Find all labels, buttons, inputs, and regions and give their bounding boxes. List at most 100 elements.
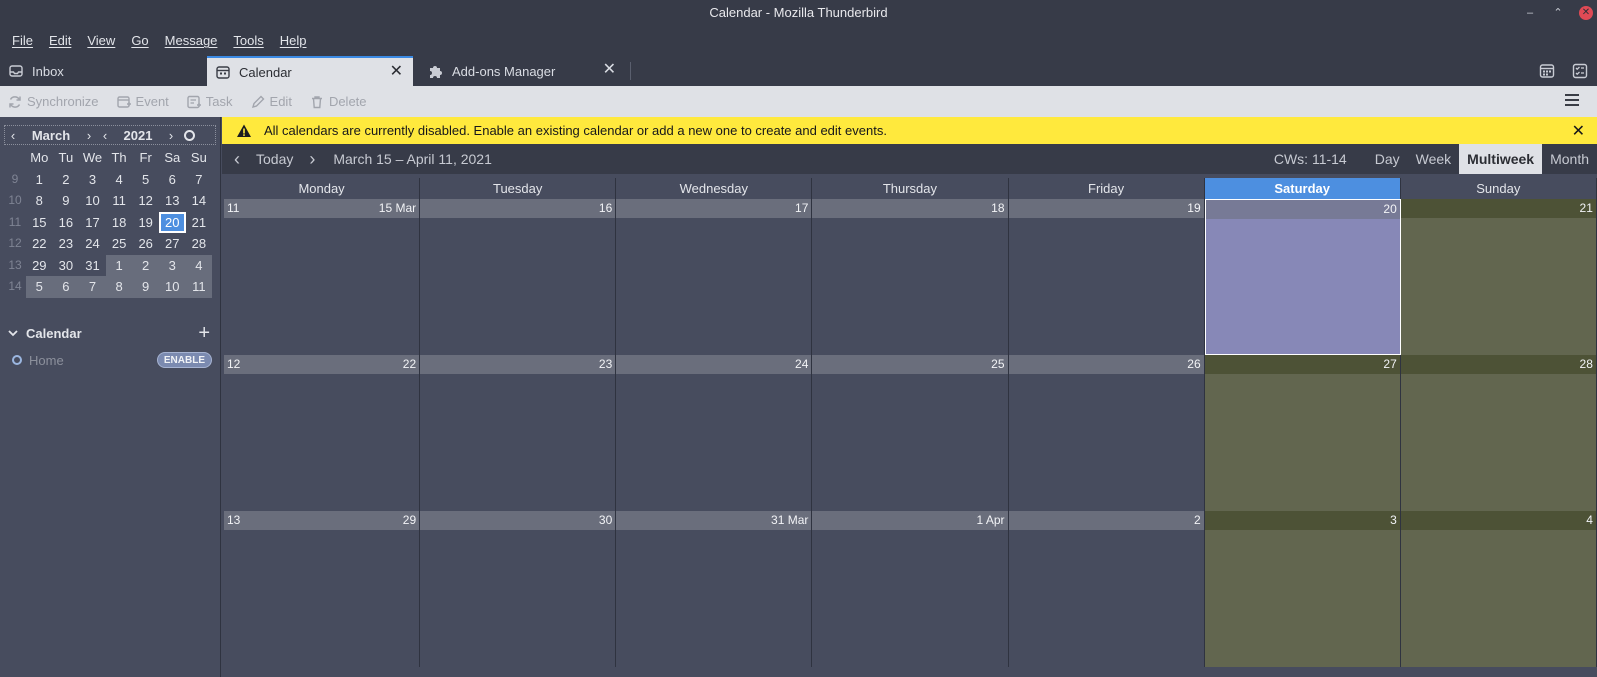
today-button[interactable]: Today bbox=[256, 151, 293, 167]
day-cell[interactable]: 27 bbox=[1204, 355, 1401, 511]
next-month-button[interactable]: › bbox=[81, 128, 97, 143]
new-event-button[interactable]: Event bbox=[116, 94, 169, 109]
minimonth-day[interactable]: 13 bbox=[159, 190, 186, 212]
minimonth-day[interactable]: 24 bbox=[79, 233, 106, 255]
close-notification-icon[interactable]: ✕ bbox=[1572, 121, 1585, 141]
day-cell[interactable]: 21 bbox=[1400, 199, 1597, 355]
tab-inbox[interactable]: Inbox bbox=[0, 56, 206, 86]
edit-button[interactable]: Edit bbox=[251, 94, 292, 109]
prev-year-button[interactable]: ‹ bbox=[97, 128, 113, 143]
view-month-tab[interactable]: Month bbox=[1542, 144, 1597, 174]
minimonth-day[interactable]: 15 bbox=[26, 212, 53, 234]
minimonth-day[interactable]: 6 bbox=[159, 169, 186, 191]
day-cell[interactable]: 30 bbox=[420, 511, 617, 667]
minimonth-day-selected[interactable]: 20 bbox=[158, 211, 186, 233]
minimonth-day[interactable]: 11 bbox=[106, 190, 133, 212]
minimonth-day[interactable]: 11 bbox=[185, 276, 213, 298]
day-cell[interactable]: 31 Mar bbox=[616, 511, 813, 667]
day-cell[interactable]: 17 bbox=[616, 199, 813, 355]
minimonth-day[interactable]: 19 bbox=[132, 212, 159, 234]
minimonth-day[interactable]: 4 bbox=[185, 254, 213, 276]
minimonth-day[interactable]: 28 bbox=[186, 233, 213, 255]
add-calendar-button[interactable]: + bbox=[198, 323, 210, 343]
tasks-view-icon[interactable] bbox=[1572, 63, 1588, 79]
previous-period-button[interactable]: ‹ bbox=[222, 149, 252, 170]
close-window-button[interactable]: ✕ bbox=[1579, 5, 1593, 20]
minimonth-day[interactable]: 2 bbox=[132, 254, 159, 276]
minimonth-day[interactable]: 31 bbox=[79, 255, 106, 277]
day-cell[interactable]: 2 bbox=[1008, 511, 1205, 667]
next-year-button[interactable]: › bbox=[163, 128, 179, 143]
menu-tools[interactable]: Tools bbox=[225, 33, 271, 48]
minimonth-day[interactable]: 9 bbox=[132, 276, 159, 298]
minimonth-day[interactable]: 9 bbox=[53, 190, 80, 212]
menu-message[interactable]: Message bbox=[157, 33, 226, 48]
go-to-today-icon[interactable] bbox=[184, 129, 195, 141]
day-cell[interactable]: 1 Apr bbox=[812, 511, 1009, 667]
menu-go[interactable]: Go bbox=[123, 33, 156, 48]
minimonth-day[interactable]: 10 bbox=[158, 276, 186, 298]
restore-button[interactable]: ⌃ bbox=[1551, 6, 1565, 20]
day-cell[interactable]: 3 bbox=[1204, 511, 1401, 667]
minimonth-day[interactable]: 27 bbox=[159, 233, 186, 255]
tab-calendar[interactable]: Calendar ✕ bbox=[207, 56, 413, 86]
minimonth-day[interactable]: 2 bbox=[53, 169, 80, 191]
minimonth-day[interactable]: 6 bbox=[52, 276, 80, 298]
synchronize-button[interactable]: Synchronize bbox=[8, 94, 99, 109]
day-cell[interactable]: 23 bbox=[420, 355, 617, 511]
view-day-tab[interactable]: Day bbox=[1367, 144, 1408, 174]
minimonth-day[interactable]: 17 bbox=[79, 212, 106, 234]
minimonth-day[interactable]: 5 bbox=[132, 169, 159, 191]
day-cell[interactable]: 18 bbox=[812, 199, 1009, 355]
minimonth-day[interactable]: 1 bbox=[26, 169, 53, 191]
minimonth-day[interactable]: 8 bbox=[105, 276, 133, 298]
tab-addons-manager[interactable]: Add-ons Manager ✕ bbox=[420, 56, 626, 86]
minimonth-day[interactable]: 5 bbox=[26, 276, 53, 298]
close-tab-icon[interactable]: ✕ bbox=[390, 64, 403, 80]
minimonth-day[interactable]: 29 bbox=[26, 255, 53, 277]
day-cell[interactable]: 15 Mar 11 bbox=[224, 199, 421, 355]
delete-button[interactable]: Delete bbox=[310, 94, 367, 109]
calendar-list-item[interactable]: Home ENABLE bbox=[0, 349, 220, 371]
day-cell[interactable]: 28 bbox=[1400, 355, 1597, 511]
minimize-button[interactable]: – bbox=[1523, 6, 1537, 20]
minimonth-day[interactable]: 25 bbox=[106, 233, 133, 255]
minimonth-day[interactable]: 16 bbox=[53, 212, 80, 234]
calendar-list-header[interactable]: Calendar + bbox=[0, 320, 220, 346]
minimonth-day[interactable]: 22 bbox=[26, 233, 53, 255]
minimonth-day[interactable]: 21 bbox=[186, 212, 213, 234]
minimonth-day[interactable]: 8 bbox=[26, 190, 53, 212]
day-cell[interactable]: 25 bbox=[812, 355, 1009, 511]
view-multiweek-tab[interactable]: Multiweek bbox=[1459, 144, 1543, 174]
minimonth-day[interactable]: 12 bbox=[132, 190, 159, 212]
prev-month-button[interactable]: ‹ bbox=[5, 128, 21, 143]
minimonth-day[interactable]: 7 bbox=[79, 276, 106, 298]
next-period-button[interactable]: › bbox=[297, 149, 327, 170]
minimonth-year-label[interactable]: 2021 bbox=[113, 128, 163, 143]
menu-edit[interactable]: Edit bbox=[41, 33, 79, 48]
day-cell[interactable]: 4 bbox=[1400, 511, 1597, 667]
menu-help[interactable]: Help bbox=[272, 33, 315, 48]
view-week-tab[interactable]: Week bbox=[1408, 144, 1460, 174]
menu-view[interactable]: View bbox=[79, 33, 123, 48]
minimonth-day[interactable]: 26 bbox=[132, 233, 159, 255]
calendar-view-icon[interactable] bbox=[1539, 63, 1555, 79]
minimonth-month-label[interactable]: March bbox=[21, 128, 81, 143]
minimonth-day[interactable]: 3 bbox=[79, 169, 106, 191]
minimonth-day[interactable]: 14 bbox=[186, 190, 213, 212]
day-cell[interactable]: 19 bbox=[1008, 199, 1205, 355]
minimonth-day[interactable]: 18 bbox=[106, 212, 133, 234]
day-cell[interactable]: 29 13 bbox=[224, 511, 421, 667]
enable-calendar-button[interactable]: ENABLE bbox=[156, 352, 212, 368]
day-cell-today[interactable]: 20 bbox=[1204, 199, 1401, 355]
minimonth-day[interactable]: 1 bbox=[105, 254, 133, 276]
minimonth-day[interactable]: 4 bbox=[106, 169, 133, 191]
day-cell[interactable]: 26 bbox=[1008, 355, 1205, 511]
minimonth-day[interactable]: 10 bbox=[79, 190, 106, 212]
minimonth-day[interactable]: 7 bbox=[186, 169, 213, 191]
day-cell[interactable]: 24 bbox=[616, 355, 813, 511]
app-menu-icon[interactable] bbox=[1565, 94, 1579, 106]
menu-file[interactable]: File bbox=[4, 33, 41, 48]
minimonth-day[interactable]: 30 bbox=[53, 255, 80, 277]
day-cell[interactable]: 16 bbox=[420, 199, 617, 355]
